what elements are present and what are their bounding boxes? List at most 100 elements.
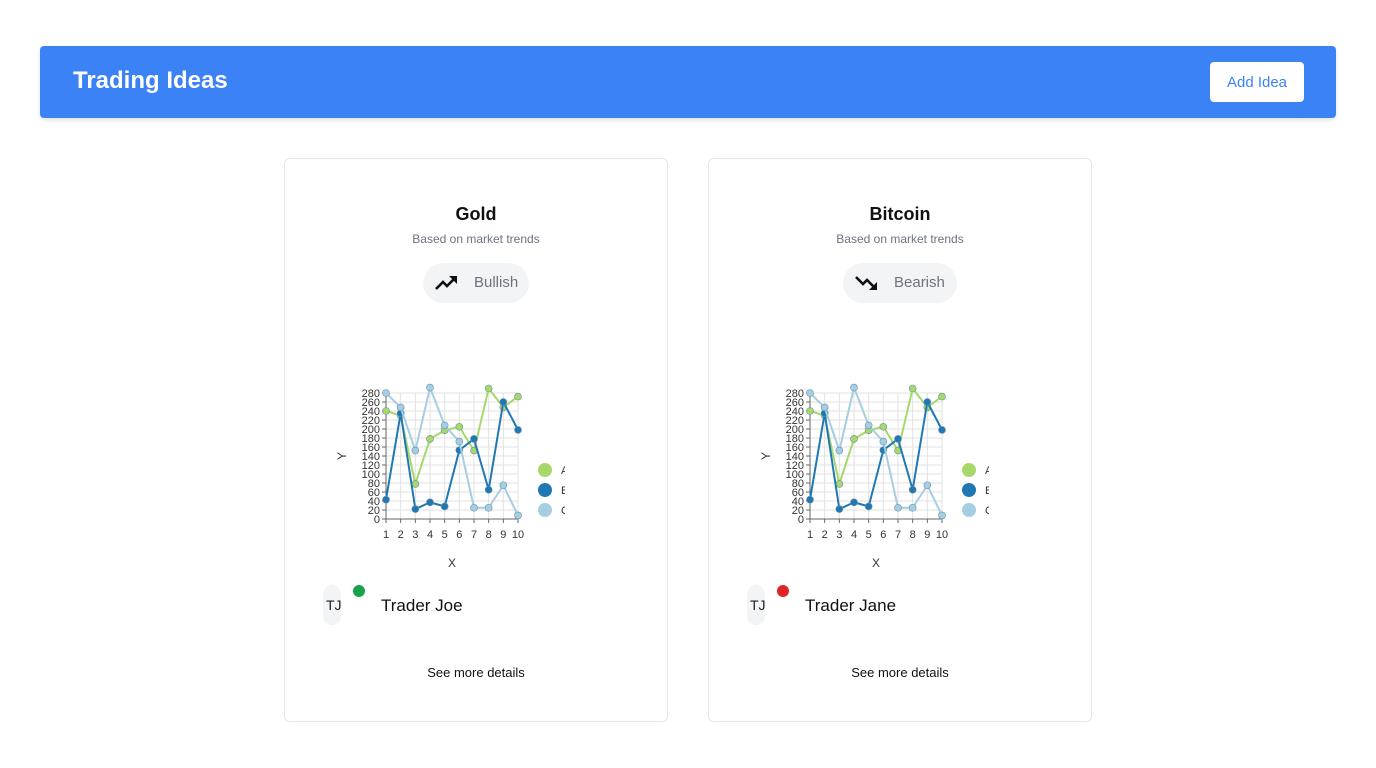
data-point	[382, 407, 390, 415]
x-tick-label: 2	[822, 529, 828, 541]
data-point	[894, 503, 902, 512]
x-tick-label: 5	[442, 529, 448, 541]
x-tick-label: 1	[383, 529, 389, 541]
data-point	[426, 435, 434, 443]
x-tick-label: 7	[895, 529, 901, 541]
x-tick-label: 9	[500, 529, 506, 541]
x-tick-label: 10	[512, 529, 524, 541]
data-point	[908, 485, 917, 494]
x-tick-label: 3	[836, 529, 842, 541]
x-tick-label: 10	[936, 529, 948, 541]
x-tick-label: 2	[398, 529, 404, 541]
data-point	[923, 398, 932, 406]
legend-swatch	[962, 503, 976, 517]
trend-badge: Bearish	[843, 263, 957, 303]
legend-swatch	[962, 483, 976, 497]
data-point	[806, 407, 814, 415]
legend-swatch	[538, 503, 552, 517]
data-point	[879, 422, 888, 431]
data-point	[864, 421, 873, 430]
add-idea-button[interactable]: Add Idea	[1210, 62, 1304, 102]
data-point	[806, 389, 814, 397]
price-chart: 0 20 40 60 80 100 120 140 160 180 200 220 240 260 280 1…	[325, 381, 569, 576]
trend-label: Bullish	[474, 274, 519, 291]
data-point	[411, 446, 420, 455]
legend-label: B	[985, 485, 989, 497]
trader-name: Trader Jane	[805, 596, 897, 615]
data-point	[806, 495, 814, 504]
data-point	[411, 480, 420, 488]
y-tick-label: 280	[786, 388, 804, 400]
card-subtitle: Based on market trends	[836, 232, 964, 246]
card-title: Gold	[455, 204, 497, 224]
x-tick-label: 4	[427, 529, 433, 541]
avatar-initials: TJ	[326, 597, 342, 613]
x-axis-label: X	[872, 556, 880, 570]
data-point	[455, 437, 464, 446]
data-point	[938, 392, 946, 401]
idea-card-bitcoin: Bitcoin Based on market trends Bearish 0…	[708, 158, 1092, 722]
data-point	[382, 389, 390, 397]
y-axis-label: Y	[335, 452, 349, 460]
data-point	[908, 503, 917, 512]
card-subtitle: Based on market trends	[412, 232, 540, 246]
data-point	[908, 384, 917, 393]
data-point	[923, 481, 932, 490]
data-point	[514, 392, 522, 401]
y-tick-label: 280	[362, 388, 380, 400]
data-point	[484, 485, 493, 494]
data-point	[440, 421, 449, 430]
x-tick-label: 1	[807, 529, 813, 541]
data-point	[440, 502, 449, 511]
data-point	[426, 498, 434, 507]
chart-grid	[809, 392, 943, 520]
data-point	[426, 383, 434, 392]
data-point	[938, 511, 946, 520]
idea-card-gold: Gold Based on market trends Bullish 0 20 4…	[284, 158, 668, 722]
trend-label: Bearish	[894, 274, 945, 291]
see-more-details-link[interactable]: See more details	[709, 665, 1091, 680]
data-point	[396, 403, 405, 412]
data-point	[514, 426, 522, 434]
data-point	[484, 384, 493, 393]
data-point	[499, 481, 508, 490]
line-chart-svg: 0204060801001201401601802002202402602801…	[759, 383, 993, 570]
x-tick-label: 5	[866, 529, 872, 541]
data-point	[938, 426, 946, 434]
x-tick-label: 7	[471, 529, 477, 541]
chart-grid	[385, 392, 519, 520]
data-point	[820, 403, 829, 412]
avatar-initials: TJ	[750, 597, 766, 613]
price-chart: 0 20 40 60 80 100 120 140 160 180 200 220 240 260 280 1…	[749, 381, 993, 576]
legend-label: C	[985, 505, 989, 517]
x-tick-label: 9	[924, 529, 930, 541]
x-tick-label: 6	[456, 529, 462, 541]
data-point	[879, 437, 888, 446]
data-point	[850, 435, 858, 443]
data-point	[470, 435, 478, 443]
y-axis-label: Y	[759, 452, 773, 460]
data-point	[499, 398, 508, 406]
data-point	[864, 502, 873, 511]
x-tick-label: 8	[486, 529, 492, 541]
data-point	[382, 495, 390, 504]
legend-label: A	[985, 465, 989, 477]
data-point	[835, 446, 844, 455]
data-point	[411, 505, 420, 513]
data-point	[835, 480, 844, 488]
legend-swatch	[538, 463, 552, 477]
legend-label: C	[561, 505, 565, 517]
x-axis-label: X	[448, 556, 456, 570]
line-chart-svg: 0204060801001201401601802002202402602801…	[335, 383, 569, 570]
data-point	[894, 435, 902, 443]
data-point	[484, 503, 493, 512]
page-title: Trading Ideas	[73, 67, 228, 94]
status-indicator	[353, 585, 365, 597]
see-more-details-link[interactable]: See more details	[285, 665, 667, 680]
trend-badge: Bullish	[423, 263, 529, 303]
trend-up-icon	[435, 276, 457, 290]
x-tick-label: 3	[412, 529, 418, 541]
legend-swatch	[538, 483, 552, 497]
legend-label: B	[561, 485, 565, 497]
data-point	[835, 505, 844, 513]
